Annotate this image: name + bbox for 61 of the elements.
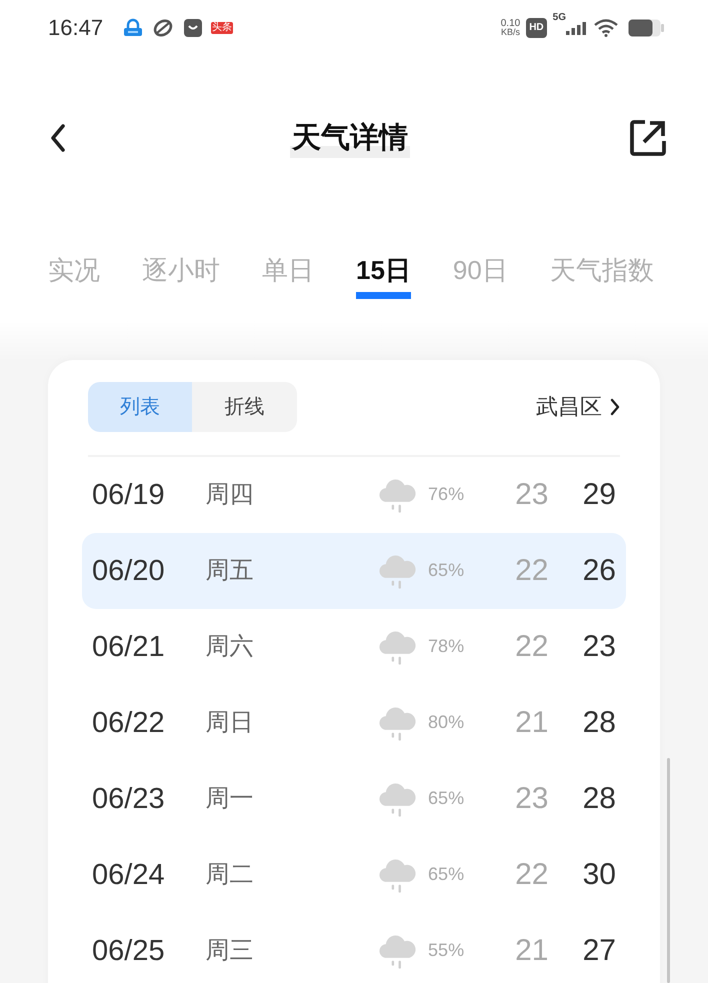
tab[interactable]: 逐小时 bbox=[142, 254, 220, 299]
tab[interactable]: 天气指数 bbox=[550, 254, 654, 299]
date: 06/20 bbox=[92, 555, 165, 587]
high-temperature: 26 bbox=[582, 553, 616, 589]
precipitation-chance: 65% bbox=[428, 560, 464, 580]
precipitation-chance: 65% bbox=[428, 788, 464, 808]
high-temperature: 30 bbox=[582, 857, 616, 893]
back-icon bbox=[50, 123, 66, 153]
low-temperature: 21 bbox=[515, 933, 548, 969]
status-time: 16:47 bbox=[48, 15, 104, 41]
view-toggle-option[interactable]: 折线 bbox=[192, 382, 297, 432]
forecast-row-highlight[interactable]: 06/20 周五 65% 22 26 bbox=[82, 533, 626, 609]
low-temperature: 23 bbox=[515, 477, 548, 513]
tab[interactable]: 90日 bbox=[452, 254, 508, 299]
location-selector[interactable]: 武昌区 bbox=[536, 392, 620, 422]
padlock-icon bbox=[123, 18, 144, 38]
network-type-label: 5G bbox=[552, 12, 566, 24]
share-icon bbox=[629, 119, 667, 157]
low-temperature: 23 bbox=[515, 781, 548, 817]
low-temperature: 22 bbox=[515, 857, 548, 893]
weekday: 周三 bbox=[206, 937, 254, 964]
precipitation-chance: 78% bbox=[428, 636, 464, 656]
share-button[interactable] bbox=[628, 118, 668, 158]
precipitation-chance: 76% bbox=[428, 484, 464, 504]
weekday: 周二 bbox=[206, 861, 254, 888]
bag-icon bbox=[183, 18, 204, 38]
date: 06/22 bbox=[92, 707, 165, 739]
high-temperature: 23 bbox=[582, 629, 616, 665]
precipitation-chance: 55% bbox=[428, 940, 464, 960]
low-temperature: 22 bbox=[515, 629, 548, 665]
network-speed-unit: KB/s bbox=[500, 28, 520, 37]
ring-icon bbox=[153, 18, 174, 38]
date: 06/19 bbox=[92, 479, 165, 511]
low-temperature: 22 bbox=[515, 553, 548, 589]
high-temperature: 29 bbox=[582, 477, 616, 513]
precipitation-chance: 65% bbox=[428, 864, 464, 884]
view-toggle-option[interactable]: 列表 bbox=[88, 382, 192, 432]
weekday: 周四 bbox=[206, 481, 254, 508]
hd-badge: HD bbox=[526, 18, 547, 38]
weekday: 周五 bbox=[206, 557, 254, 584]
high-temperature: 27 bbox=[582, 933, 616, 969]
tab[interactable]: 15日 bbox=[356, 254, 411, 299]
battery-icon bbox=[628, 19, 664, 37]
network-speed: 0.10 bbox=[500, 19, 520, 28]
date: 06/24 bbox=[92, 859, 165, 891]
app-badge: 头条 bbox=[211, 22, 234, 34]
weekday: 周六 bbox=[206, 633, 254, 660]
date: 06/23 bbox=[92, 783, 165, 815]
tab[interactable]: 单日 bbox=[262, 254, 314, 299]
date: 06/25 bbox=[92, 935, 165, 967]
chevron-right-icon bbox=[610, 398, 620, 416]
date: 06/21 bbox=[92, 631, 165, 663]
precipitation-chance: 80% bbox=[428, 712, 464, 732]
low-temperature: 21 bbox=[515, 705, 548, 741]
high-temperature: 28 bbox=[582, 705, 616, 741]
high-temperature: 28 bbox=[582, 781, 616, 817]
tab[interactable]: 实况 bbox=[48, 254, 100, 299]
wifi-icon bbox=[594, 19, 618, 37]
weekday: 周一 bbox=[206, 785, 254, 812]
signal-icon bbox=[566, 21, 586, 35]
weekday: 周日 bbox=[206, 709, 254, 736]
